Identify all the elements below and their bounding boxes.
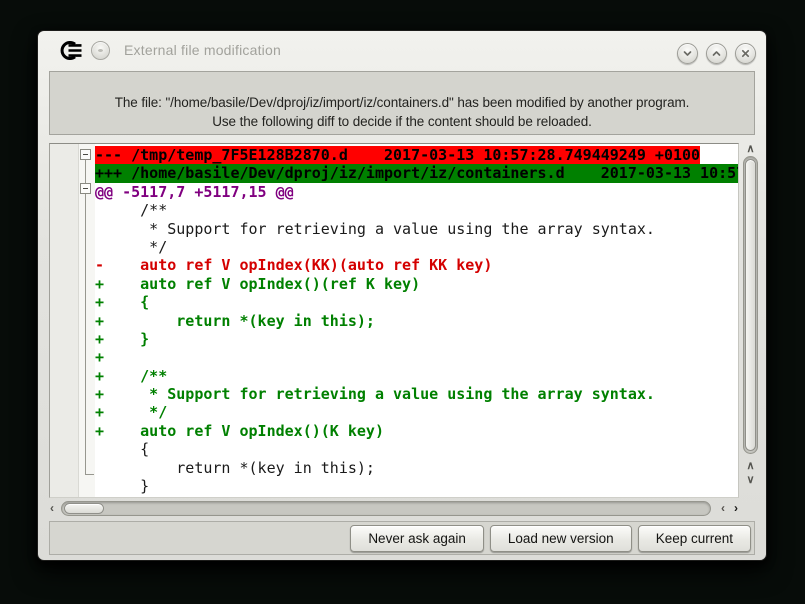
horizontal-scrollbar-thumb[interactable] [64, 503, 104, 514]
fold-collapse-icon[interactable] [80, 149, 91, 160]
scroll-left-icon[interactable]: ‹ [50, 500, 54, 517]
close-icon [739, 47, 752, 60]
diff-line: + [95, 348, 738, 366]
diff-line: + */ [95, 403, 738, 421]
message-line2: Use the following diff to decide if the … [50, 112, 754, 131]
diff-lines: --- /tmp/temp_7F5E128B2870.d 2017-03-13 … [95, 146, 738, 497]
dialog-window: External file modification The file: "/h… [37, 30, 767, 561]
load-new-version-button[interactable]: Load new version [490, 525, 632, 552]
titlebar[interactable]: External file modification [38, 31, 766, 69]
vertical-scrollbar-track[interactable] [743, 156, 758, 454]
fold-collapse-icon[interactable] [80, 183, 91, 194]
window-title: External file modification [124, 42, 281, 58]
diff-line: + /** [95, 367, 738, 385]
fold-margin [50, 144, 94, 497]
message-panel: The file: "/home/basile/Dev/dproj/iz/imp… [49, 71, 755, 135]
diff-line: return *(key in this); [95, 459, 738, 477]
close-button[interactable] [735, 43, 756, 64]
chevron-up-icon [710, 47, 723, 60]
coedit-app-icon [58, 40, 83, 61]
diff-line: + } [95, 330, 738, 348]
message-line1: The file: "/home/basile/Dev/dproj/iz/imp… [50, 93, 754, 112]
diff-line: /** [95, 201, 738, 219]
fold-line [85, 160, 86, 183]
diff-line: + { [95, 293, 738, 311]
vertical-scrollbar[interactable]: ∧ ∧ ∨ [742, 143, 759, 498]
chevron-down-icon [681, 47, 694, 60]
diff-line: + auto ref V opIndex()(ref K key) [95, 275, 738, 293]
diff-line: - auto ref V opIndex(KK)(auto ref KK key… [95, 256, 738, 274]
never-ask-again-button[interactable]: Never ask again [350, 525, 484, 552]
scroll-up-icon[interactable]: ∧ [742, 460, 759, 472]
fold-line [85, 474, 94, 475]
maximize-button[interactable] [706, 43, 727, 64]
horizontal-scrollbar[interactable]: ‹ ‹ › [49, 500, 743, 517]
window-menu-button[interactable] [91, 41, 110, 60]
scroll-up-icon[interactable]: ∧ [742, 143, 759, 155]
scroll-left-icon[interactable]: ‹ [721, 500, 725, 517]
diff-line: + return *(key in this); [95, 312, 738, 330]
minimize-button[interactable] [677, 43, 698, 64]
scroll-down-icon[interactable]: ∨ [742, 474, 759, 486]
diff-editor[interactable]: --- /tmp/temp_7F5E128B2870.d 2017-03-13 … [49, 143, 739, 498]
diff-line: * Support for retrieving a value using t… [95, 220, 738, 238]
diff-line: --- /tmp/temp_7F5E128B2870.d 2017-03-13 … [95, 146, 738, 164]
diff-line: */ [95, 238, 738, 256]
window-controls [677, 43, 756, 64]
scroll-right-icon[interactable]: › [734, 500, 738, 517]
fold-line [85, 194, 86, 475]
keep-current-button[interactable]: Keep current [638, 525, 751, 552]
diff-line: + * Support for retrieving a value using… [95, 385, 738, 403]
diff-line: } [95, 477, 738, 495]
diff-line: { [95, 440, 738, 458]
diff-line: @@ -5117,7 +5117,15 @@ [95, 183, 738, 201]
horizontal-scrollbar-track[interactable] [61, 501, 711, 516]
button-panel: Never ask again Load new version Keep cu… [49, 521, 755, 555]
diff-line: +++ /home/basile/Dev/dproj/iz/import/iz/… [95, 164, 738, 182]
vertical-scrollbar-thumb[interactable] [745, 159, 756, 451]
diff-line: + auto ref V opIndex()(K key) [95, 422, 738, 440]
